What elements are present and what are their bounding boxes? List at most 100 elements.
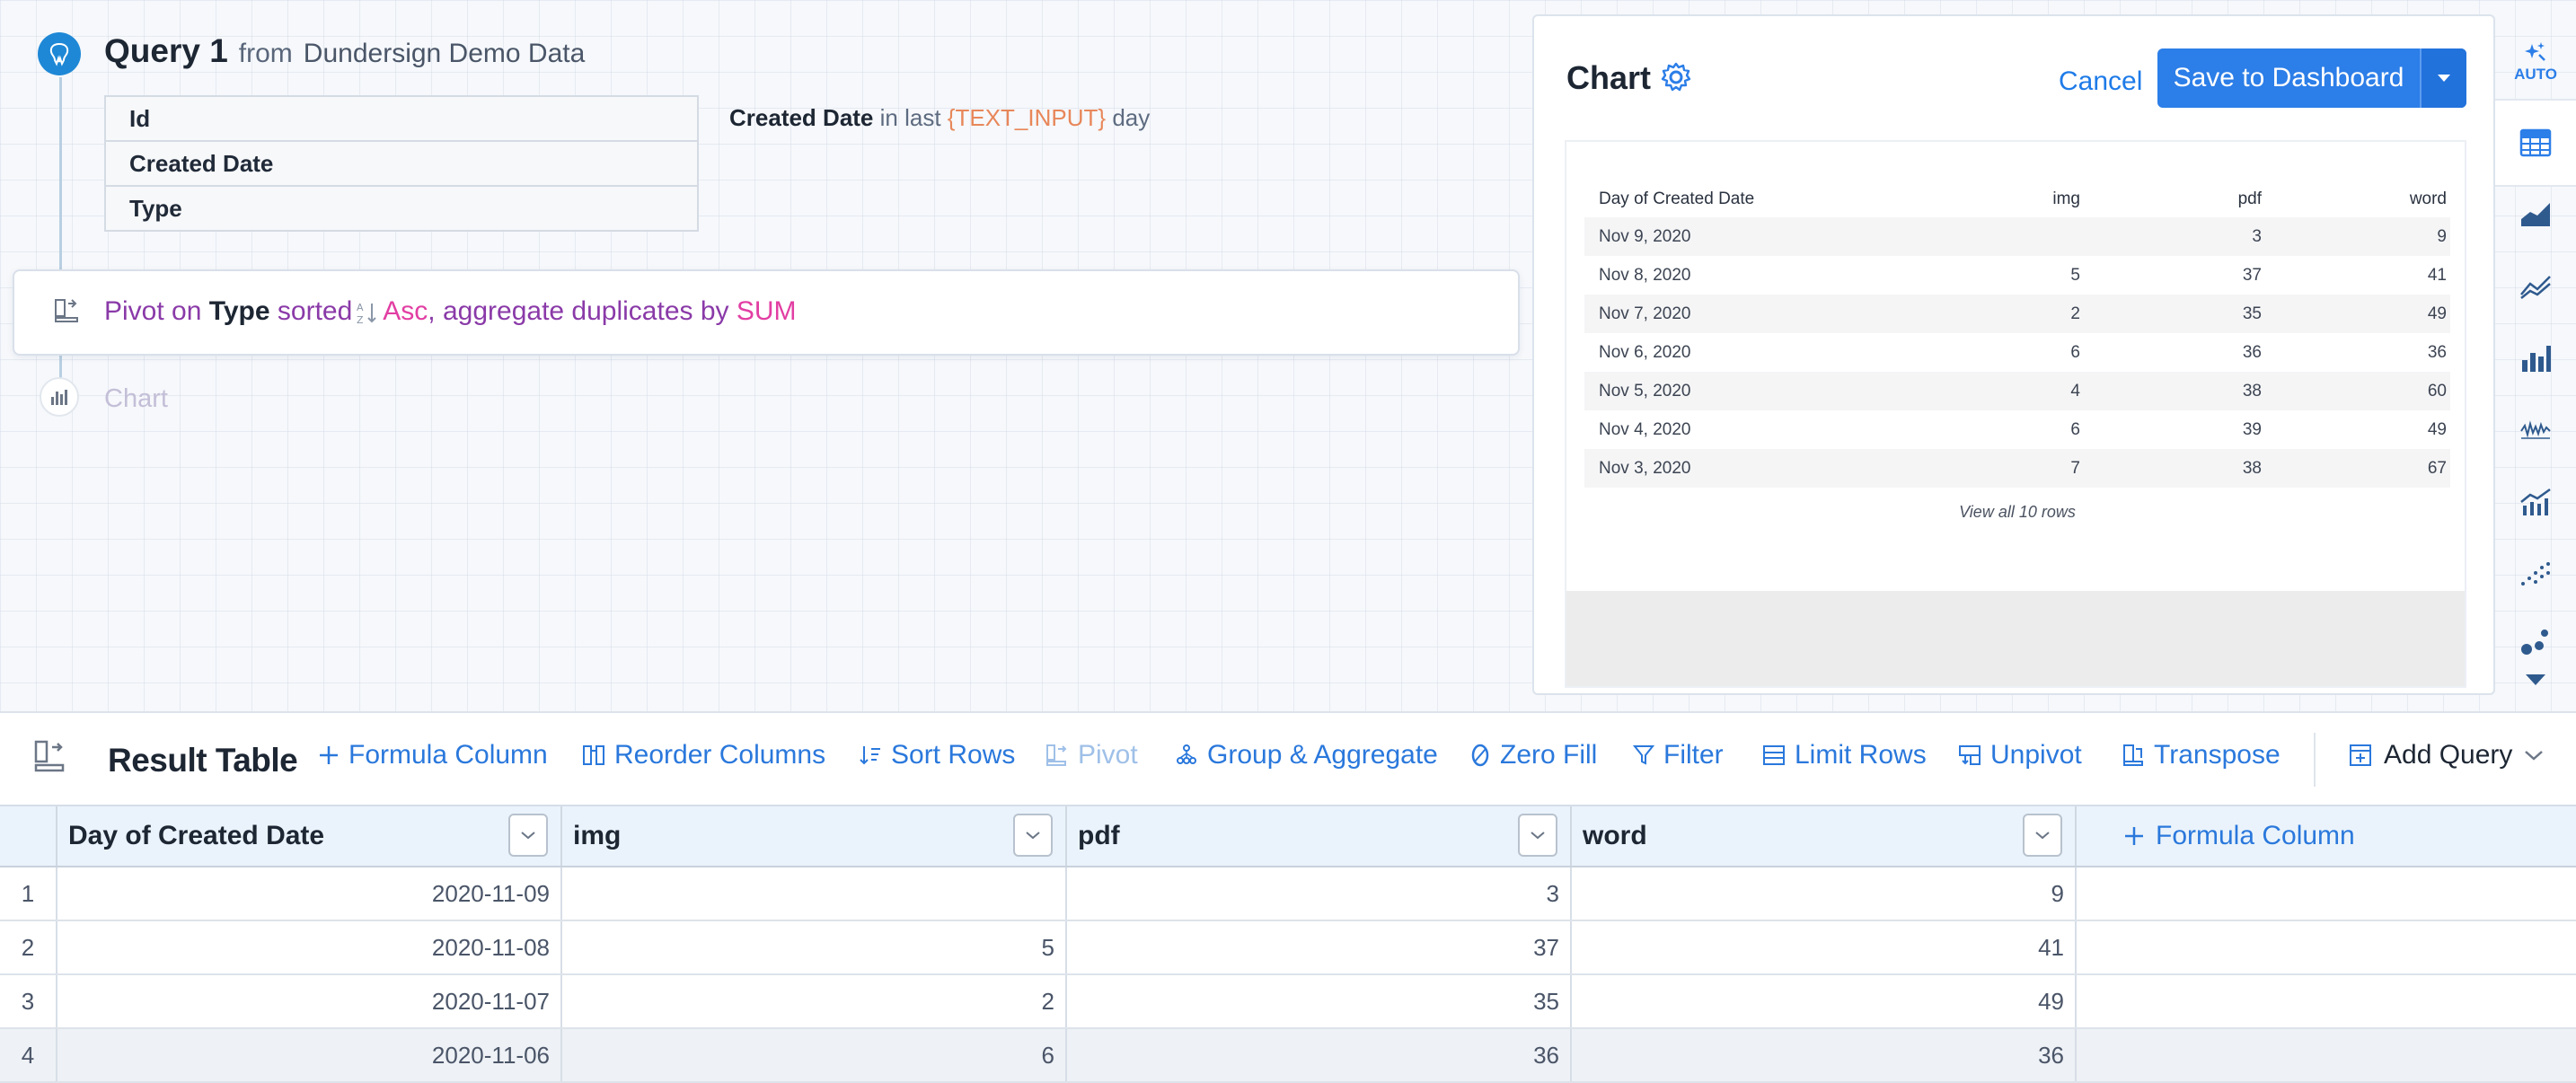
grid-header-img[interactable]: img <box>560 806 1065 866</box>
grid-header-day-of-created-date[interactable]: Day of Created Date <box>56 806 560 866</box>
pivot-field: Type <box>208 296 270 326</box>
cancel-button[interactable]: Cancel <box>2059 66 2142 97</box>
preview-row: Nov 5, 2020 4 38 60 <box>1584 372 2450 410</box>
preview-cell: 35 <box>2242 304 2262 323</box>
pivot-label: Pivot <box>1078 740 1138 770</box>
column-type[interactable]: Type <box>106 185 697 230</box>
add-formula-column-button[interactable]: Formula Column <box>2123 806 2355 866</box>
query-filter[interactable]: Created Date in last {TEXT_INPUT} day <box>729 104 1150 132</box>
result-table-title: Result Table <box>108 742 298 779</box>
chart-type-sparkline[interactable] <box>2495 399 2576 462</box>
query-source[interactable]: Dundersign Demo Data <box>304 39 586 69</box>
header-label: Day of Created Date <box>68 821 325 850</box>
pivot-button[interactable]: Pivot <box>1045 740 1138 770</box>
chevron-down-icon[interactable] <box>2420 48 2466 108</box>
chart-type-area[interactable] <box>2495 183 2576 246</box>
column-menu-button[interactable] <box>2023 814 2062 857</box>
gear-icon[interactable] <box>1660 61 1692 93</box>
chart-type-auto[interactable]: AUTO <box>2495 31 2576 93</box>
table-cell[interactable]: 49 <box>1570 975 2075 1027</box>
formula-column-button[interactable]: Formula Column <box>318 740 548 770</box>
transpose-icon <box>2123 744 2143 766</box>
sparkle-icon <box>2525 42 2545 61</box>
transpose-button[interactable]: Transpose <box>2122 740 2280 770</box>
column-menu-button[interactable] <box>1518 814 1557 857</box>
query-name[interactable]: Query 1 <box>104 32 228 70</box>
column-created-date[interactable]: Created Date <box>106 140 697 185</box>
column-id[interactable]: Id <box>106 97 697 140</box>
pivot-direction: Asc <box>383 296 428 326</box>
table-cell[interactable]: 6 <box>560 1029 1065 1081</box>
add-query-label: Add Query <box>2384 740 2513 770</box>
column-menu-button[interactable] <box>508 814 548 857</box>
table-cell[interactable] <box>560 867 1065 920</box>
row-index: 1 <box>21 879 35 907</box>
line-chart-icon <box>2520 276 2551 299</box>
preview-cell: 6 <box>2070 342 2080 362</box>
limit-rows-button[interactable]: Limit Rows <box>1762 740 1927 770</box>
column-menu-button[interactable] <box>1013 814 1053 857</box>
auto-label: AUTO <box>2514 66 2557 83</box>
table-cell[interactable]: 2020-11-09 <box>56 867 560 920</box>
svg-text:Z: Z <box>357 314 364 325</box>
table-cell[interactable]: 37 <box>1065 921 1570 973</box>
chart-panel: Chart Cancel Save to Dashboard Day of Cr… <box>1532 14 2495 695</box>
zero-fill-button[interactable]: Zero Fill <box>1469 740 1597 770</box>
preview-cell: Nov 4, 2020 <box>1599 419 1691 439</box>
scatter-chart-icon <box>2521 562 2550 586</box>
bubble-chart-icon <box>2521 630 2548 655</box>
filter-field: Created Date <box>729 104 874 131</box>
reorder-columns-button[interactable]: Reorder Columns <box>582 740 825 770</box>
chart-type-scatter[interactable] <box>2495 542 2576 605</box>
save-button-label: Save to Dashboard <box>2173 63 2404 92</box>
chart-type-table[interactable] <box>2495 99 2576 187</box>
table-cell[interactable]: 5 <box>560 921 1065 973</box>
chart-type-bubble[interactable] <box>2495 611 2576 674</box>
preview-cell: Nov 7, 2020 <box>1599 304 1691 323</box>
table-row: 2 2020-11-08 5 37 41 <box>0 921 2576 975</box>
table-cell[interactable]: 9 <box>1570 867 2075 920</box>
grid-header-pdf[interactable]: pdf <box>1065 806 1570 866</box>
table-cell[interactable]: 2020-11-08 <box>56 921 560 973</box>
preview-cell: Nov 9, 2020 <box>1599 226 1691 246</box>
chart-type-bar[interactable] <box>2495 327 2576 390</box>
formula-column-header-label: Formula Column <box>2156 821 2355 850</box>
chart-type-line[interactable] <box>2495 255 2576 318</box>
table-row: 3 2020-11-07 2 35 49 <box>0 975 2576 1029</box>
save-to-dashboard-button[interactable]: Save to Dashboard <box>2157 48 2466 108</box>
preview-cell: Nov 3, 2020 <box>1599 458 1691 478</box>
unpivot-label: Unpivot <box>1990 740 2082 770</box>
preview-cell: Nov 5, 2020 <box>1599 381 1691 401</box>
add-query-button[interactable]: Add Query <box>2348 740 2545 770</box>
chart-type-combo[interactable] <box>2495 471 2576 533</box>
preview-cell: 36 <box>2242 342 2262 362</box>
group-icon <box>1177 744 1196 764</box>
pivot-table-icon <box>32 738 68 774</box>
table-cell[interactable]: 36 <box>1065 1029 1570 1081</box>
table-cell[interactable]: 35 <box>1065 975 1570 1027</box>
table-cell[interactable]: 41 <box>1570 921 2075 973</box>
transpose-label: Transpose <box>2154 740 2280 770</box>
row-index: 3 <box>21 987 35 1015</box>
preview-row: Nov 4, 2020 6 39 49 <box>1584 410 2450 449</box>
grid-header-word[interactable]: word <box>1570 806 2075 866</box>
filter-variable: {TEXT_INPUT} <box>947 104 1107 131</box>
group-aggregate-button[interactable]: Group & Aggregate <box>1175 740 1438 770</box>
table-cell[interactable]: 3 <box>1065 867 1570 920</box>
preview-row: Nov 6, 2020 6 36 36 <box>1584 333 2450 372</box>
table-cell[interactable]: 2 <box>560 975 1065 1027</box>
pivot-step[interactable]: Pivot on Type sorted A Z Asc, aggregate dup… <box>13 269 1520 356</box>
sort-rows-button[interactable]: Sort Rows <box>859 740 1015 770</box>
table-cell[interactable]: 2020-11-07 <box>56 975 560 1027</box>
pivot-sorted-label: sorted <box>277 296 353 326</box>
area-chart-icon <box>2521 203 2550 226</box>
chart-step-label[interactable]: Chart <box>104 384 168 414</box>
chart-type-more[interactable] <box>2495 666 2576 693</box>
filter-button[interactable]: Filter <box>1633 740 1724 770</box>
table-cell[interactable]: 2020-11-06 <box>56 1029 560 1081</box>
view-all-rows-link[interactable]: View all 10 rows <box>1566 503 2465 522</box>
preview-header-cell: img <box>2052 189 2080 208</box>
unpivot-button[interactable]: Unpivot <box>1958 740 2082 770</box>
table-cell[interactable]: 36 <box>1570 1029 2075 1081</box>
preview-cell: 7 <box>2070 458 2080 478</box>
